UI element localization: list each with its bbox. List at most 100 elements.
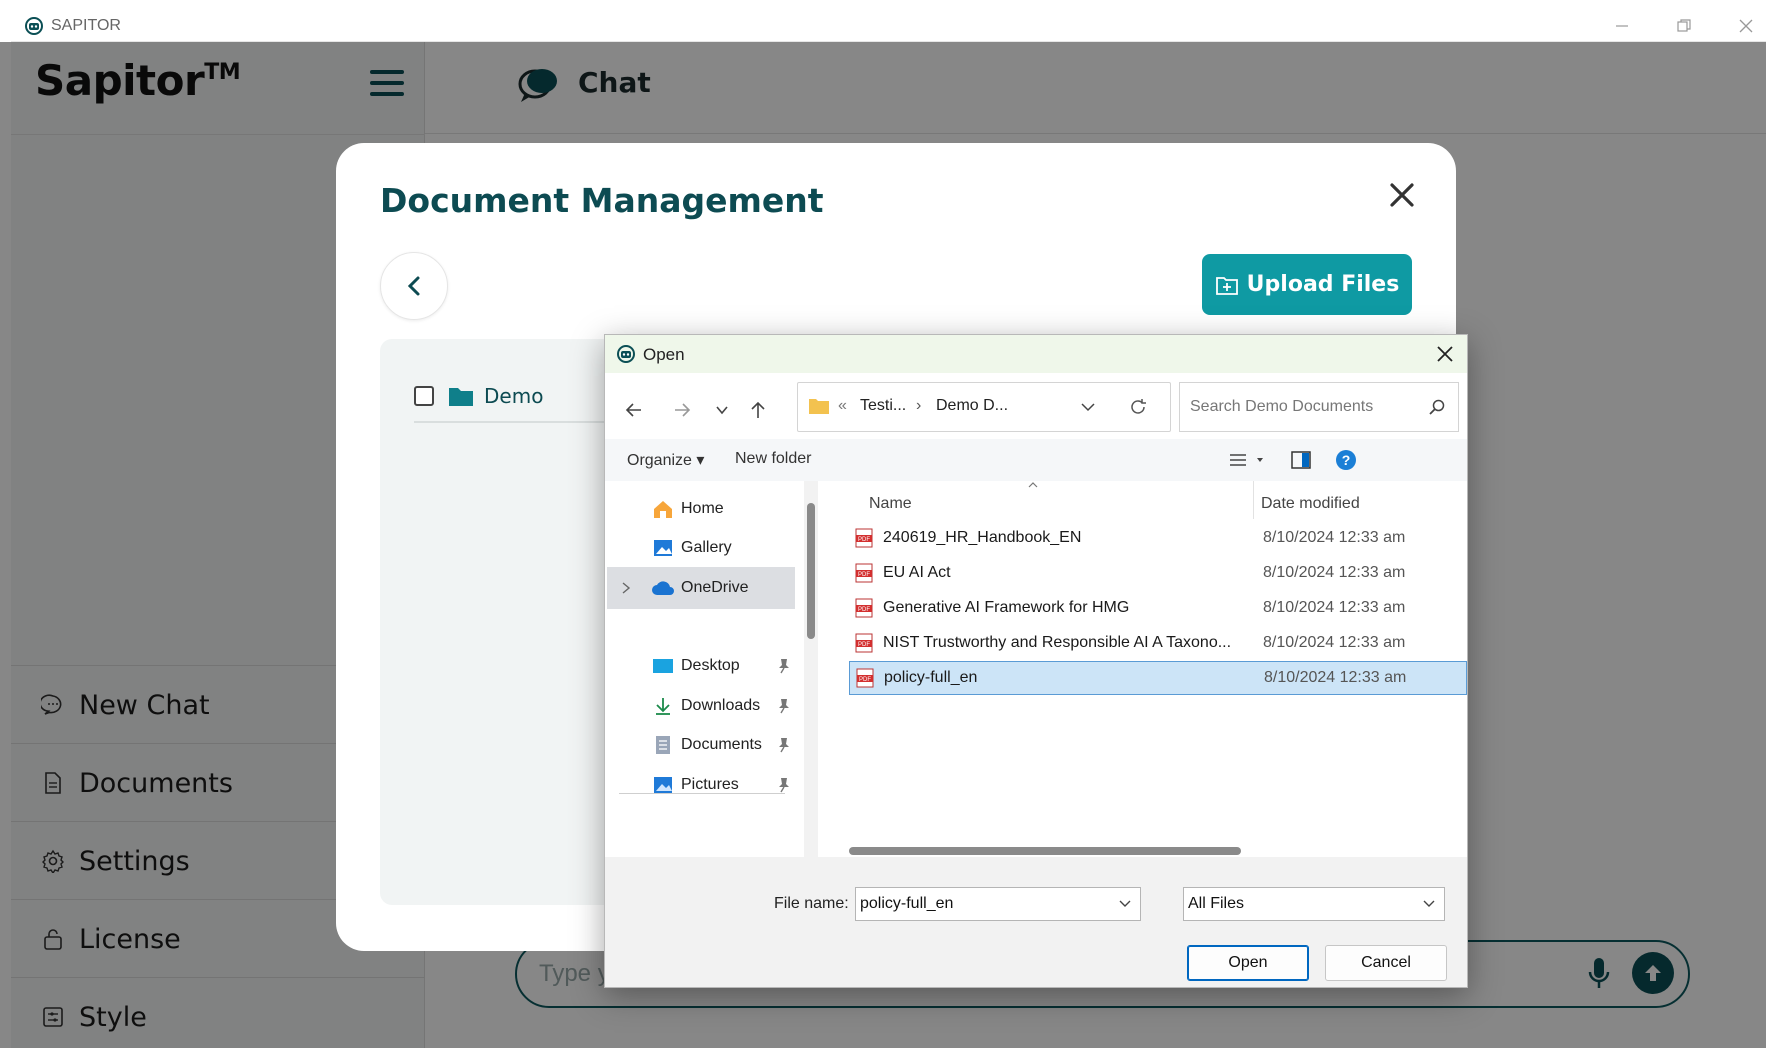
window-title: SAPITOR [51,17,121,34]
arrow-right-icon [675,403,691,417]
chevron-down-icon[interactable] [1080,400,1096,414]
chevron-down-icon[interactable] [1118,898,1132,910]
preview-pane-icon[interactable] [1291,451,1311,469]
file-row[interactable]: PDF NIST Trustworthy and Responsible AI … [849,626,1467,660]
chevron-down-icon [716,406,728,415]
file-name-value: policy-full_en [860,895,954,912]
arrow-left-icon [625,403,641,417]
dialog-titlebar: Open [605,335,1467,373]
nav-item-pictures[interactable]: Pictures [607,764,795,806]
file-open-dialog: Open « Testi... › Demo D... Search Demo … [604,334,1468,988]
file-name-input[interactable]: policy-full_en [855,887,1141,921]
app-icon [25,17,43,35]
breadcrumb-overflow[interactable]: « [838,397,847,415]
window-titlebar: SAPITOR [11,10,1766,42]
minimize-icon [1616,25,1628,27]
cloud-icon [651,580,675,596]
search-input[interactable]: Search Demo Documents [1179,382,1459,432]
folder-icon [449,388,473,406]
file-name: 240619_HR_Handbook_EN [883,529,1082,546]
file-row[interactable]: PDF 240619_HR_Handbook_EN 8/10/2024 12:3… [849,521,1467,555]
nav-scrollbar[interactable] [804,481,818,857]
new-folder-button[interactable]: New folder [735,450,811,468]
svg-text:PDF: PDF [858,607,870,613]
close-icon[interactable] [1433,342,1457,366]
chevron-right-icon[interactable] [621,582,631,594]
nav-item-downloads[interactable]: Downloads [607,685,795,727]
file-date: 8/10/2024 12:33 am [1263,564,1406,581]
sort-ascending-icon [1028,482,1038,488]
pdf-file-icon: PDF [855,633,873,653]
recent-locations-button[interactable] [709,397,735,423]
organize-menu[interactable]: Organize ▾ [627,450,704,470]
app-icon [617,345,635,363]
chevron-down-icon [1423,900,1435,907]
pdf-file-icon: PDF [856,668,874,688]
svg-text:PDF: PDF [859,677,871,683]
window-close-button[interactable] [1731,14,1761,38]
pin-icon [779,778,789,793]
pdf-file-icon: PDF [855,528,873,548]
home-icon [651,499,675,519]
file-row[interactable]: PDF EU AI Act 8/10/2024 12:33 am [849,556,1467,590]
documents-icon [651,735,675,755]
modal-title: Document Management [380,181,824,220]
folder-checkbox[interactable] [414,386,434,406]
folder-plus-icon [1215,276,1238,295]
close-icon[interactable] [1386,179,1418,211]
pin-icon [779,659,789,674]
address-bar[interactable]: « Testi... › Demo D... [797,382,1171,432]
file-type-select[interactable]: All Files [1183,887,1445,921]
help-icon[interactable]: ? [1335,449,1357,471]
breadcrumb-separator: › [916,397,922,414]
restore-button[interactable] [1669,14,1699,38]
search-icon [1429,399,1445,415]
nav-item-desktop[interactable]: Desktop [607,645,795,687]
file-row-selected[interactable]: PDF policy-full_en 8/10/2024 12:33 am [849,661,1467,695]
open-button[interactable]: Open [1187,945,1309,981]
folder-name: Demo [484,384,544,408]
svg-text:PDF: PDF [858,537,870,543]
file-date: 8/10/2024 12:33 am [1264,669,1407,686]
up-folder-button[interactable] [745,397,771,423]
view-options-icon[interactable] [1229,452,1267,468]
pin-icon [779,699,789,714]
refresh-icon[interactable] [1128,397,1148,417]
horizontal-scrollbar[interactable] [849,845,1245,855]
arrow-up-icon [751,401,765,418]
file-name: NIST Trustworthy and Responsible AI A Ta… [883,634,1232,651]
svg-text:PDF: PDF [858,572,870,578]
breadcrumb-item[interactable]: Demo D... [936,397,1008,415]
file-row[interactable]: PDF Generative AI Framework for HMG 8/10… [849,591,1467,625]
breadcrumb-item[interactable]: Testi... [860,397,906,415]
file-name: policy-full_en [884,669,978,686]
cancel-button[interactable]: Cancel [1325,945,1447,981]
chevron-left-icon [407,276,420,296]
pin-icon [779,738,789,753]
pictures-icon [651,775,675,795]
close-icon [1739,19,1753,33]
column-name[interactable]: Name [869,495,912,513]
upload-files-button[interactable]: Upload Files [1202,254,1412,315]
file-date: 8/10/2024 12:33 am [1263,599,1406,616]
file-date: 8/10/2024 12:33 am [1263,634,1406,651]
folder-icon [809,399,829,414]
nav-item-home[interactable]: Home [607,488,795,530]
download-icon [651,696,675,716]
back-button[interactable] [380,252,448,320]
file-name-label: File name: [774,895,849,912]
nav-item-onedrive[interactable]: OneDrive [607,567,795,609]
file-type-value: All Files [1188,895,1245,912]
back-arrow-button[interactable] [621,397,647,423]
pdf-file-icon: PDF [855,563,873,583]
search-placeholder: Search Demo Documents [1190,398,1374,415]
file-list: Name Date modified PDF 240619_HR_Handboo… [827,481,1467,857]
desktop-icon [651,657,675,675]
nav-item-documents[interactable]: Documents [607,724,795,766]
dialog-toolbar: Organize ▾ New folder ? [605,439,1467,481]
column-date-modified[interactable]: Date modified [1261,495,1360,513]
minimize-button[interactable] [1607,14,1637,38]
forward-arrow-button[interactable] [669,397,695,423]
file-name: Generative AI Framework for HMG [883,599,1130,616]
nav-item-gallery[interactable]: Gallery [607,527,795,569]
